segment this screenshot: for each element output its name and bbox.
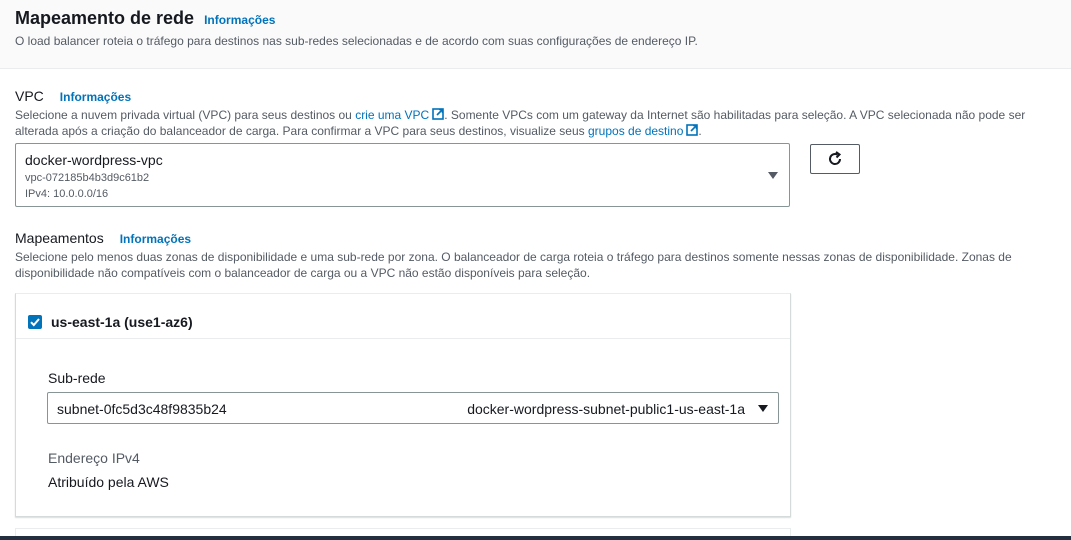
vpc-description-text-1: Selecione a nuvem privada virtual (VPC) … [15,108,356,122]
external-link-icon [432,108,445,120]
az-checkbox[interactable] [28,315,42,329]
subnet-id: subnet-0fc5d3c48f9835b24 [57,401,227,417]
external-link-icon [686,124,699,136]
vpc-label: VPC [15,88,44,104]
create-vpc-link[interactable]: crie uma VPC [355,108,445,122]
section-title-row: Mapeamento de rede Informações [15,8,275,29]
checkmark-icon [30,318,40,327]
availability-zone-card: us-east-1a (use1-az6) Sub-rede subnet-0f… [15,293,791,517]
ipv4-label: Endereço IPv4 [48,450,140,466]
mappings-info-link[interactable]: Informações [120,232,191,246]
mappings-label: Mapeamentos [15,230,104,246]
bottom-bar [0,536,1071,540]
vpc-description-text-3: . [698,124,702,138]
refresh-icon [829,151,842,165]
subnet-label: Sub-rede [48,370,106,386]
caret-down-icon [768,172,778,179]
target-groups-link[interactable]: grupos de destino [588,124,699,138]
section-description: O load balancer roteia o tráfego para de… [15,34,698,48]
caret-down-icon [758,405,768,412]
create-vpc-link-label: crie uma VPC [355,108,430,122]
network-mapping-header: Mapeamento de rede Informações O load ba… [0,0,1071,69]
mappings-label-row: Mapeamentos Informações [15,230,191,246]
subnet-name: docker-wordpress-subnet-public1-us-east-… [467,401,745,417]
refresh-vpc-button[interactable] [810,144,860,174]
vpc-selected-id: vpc-072185b4b3d9c61b2 [25,172,150,184]
vpc-description: Selecione a nuvem privada virtual (VPC) … [15,107,1055,139]
vpc-select[interactable]: docker-wordpress-vpc vpc-072185b4b3d9c61… [15,143,790,207]
vpc-label-row: VPC Informações [15,88,131,104]
subnet-select[interactable]: subnet-0fc5d3c48f9835b24 docker-wordpres… [47,392,779,424]
az-card-header: us-east-1a (use1-az6) [16,294,790,339]
vpc-selected-cidr: IPv4: 10.0.0.0/16 [25,188,109,200]
section-info-link[interactable]: Informações [204,13,275,27]
ipv4-value: Atribuído pela AWS [48,474,169,490]
mappings-description: Selecione pelo menos duas zonas de dispo… [15,250,1012,280]
section-title: Mapeamento de rede [15,8,195,28]
target-groups-link-label: grupos de destino [588,124,684,138]
vpc-info-link[interactable]: Informações [60,90,131,104]
vpc-selected-name: docker-wordpress-vpc [25,152,163,168]
az-name: us-east-1a (use1-az6) [51,314,193,330]
